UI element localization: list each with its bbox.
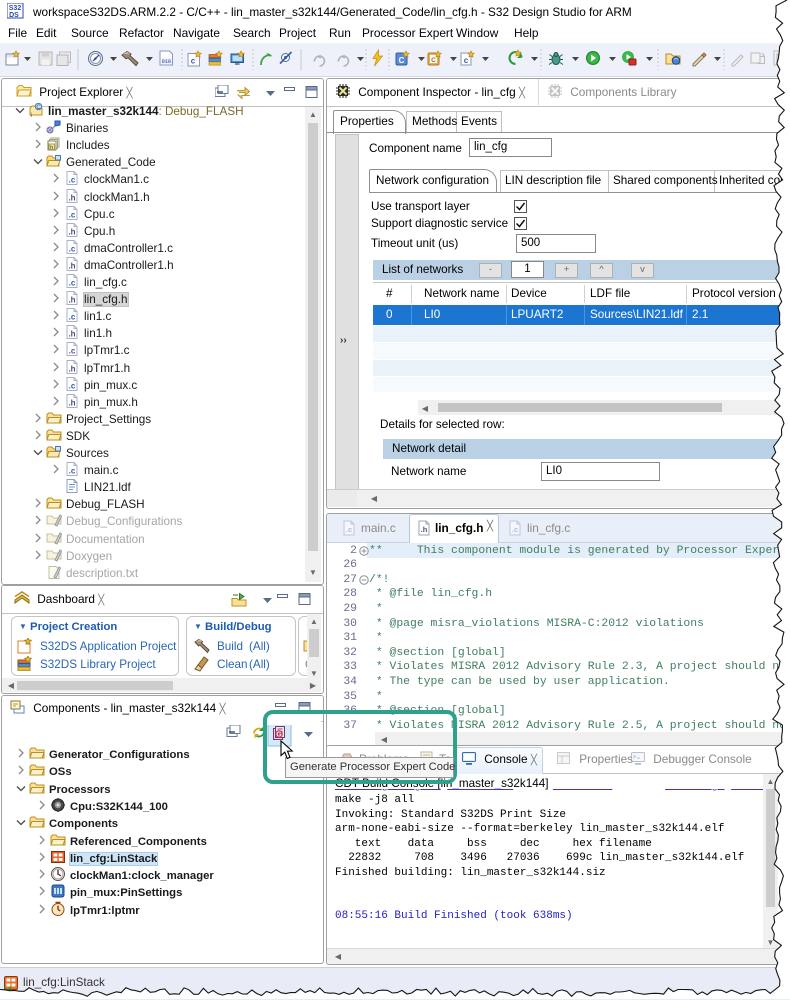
svg-text:.c: .c <box>69 244 76 253</box>
svg-text:.c: .c <box>69 279 76 288</box>
svg-text:i: i <box>31 113 32 118</box>
svg-text:.c: .c <box>69 176 76 185</box>
svg-text:.h: .h <box>68 296 75 305</box>
svg-text:c: c <box>464 56 469 65</box>
svg-text:.c: .c <box>69 210 76 219</box>
svg-text:c: c <box>191 57 196 66</box>
svg-text:h: h <box>50 145 53 151</box>
svg-text:.c: .c <box>69 467 76 476</box>
svg-text:010: 010 <box>162 59 171 65</box>
svg-text:.h: .h <box>68 193 75 202</box>
svg-text:.c: .c <box>346 525 352 534</box>
svg-text:.h: .h <box>68 227 75 236</box>
svg-text:.c: .c <box>69 381 76 390</box>
svg-text:C: C <box>431 57 436 64</box>
svg-text:.c: .c <box>69 313 76 322</box>
svg-text:.h: .h <box>68 261 75 270</box>
svg-text:.h: .h <box>68 398 75 407</box>
svg-text:.c: .c <box>512 525 518 534</box>
svg-text:C: C <box>36 105 41 111</box>
svg-text:.h: .h <box>68 364 75 373</box>
svg-text:.h: .h <box>68 330 75 339</box>
svg-text:.h: .h <box>421 525 428 534</box>
svg-text:DS: DS <box>9 12 19 19</box>
svg-text:S32: S32 <box>9 5 22 12</box>
svg-text:.c: .c <box>69 347 76 356</box>
